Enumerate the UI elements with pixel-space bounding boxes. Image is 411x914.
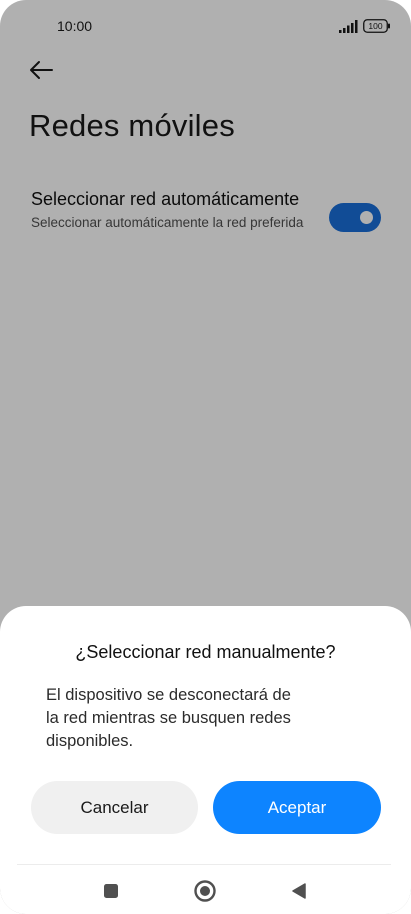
dialog-message-line: El dispositivo se desconectará de — [46, 686, 291, 704]
home-button[interactable] — [192, 878, 218, 904]
nav-divider — [17, 864, 391, 865]
cancel-button[interactable]: Cancelar — [31, 781, 198, 834]
back-triangle-icon — [292, 883, 306, 899]
accept-button[interactable]: Aceptar — [213, 781, 381, 834]
dialog-message-line: disponibles. — [46, 732, 134, 750]
navigation-bar — [0, 868, 411, 914]
manual-network-dialog: ¿Seleccionar red manualmente? El disposi… — [0, 606, 411, 914]
recents-square-icon — [104, 884, 118, 898]
dialog-title: ¿Seleccionar red manualmente? — [75, 642, 336, 662]
home-circle-icon — [194, 880, 216, 902]
dialog-message: El dispositivo se desconectará de la red… — [46, 684, 346, 753]
phone-screen: 10:00 100 Redes móviles Seleccionar red … — [0, 0, 411, 914]
dialog-message-line: la red mientras se busquen redes — [46, 709, 291, 727]
recents-button[interactable] — [98, 878, 124, 904]
back-nav-button[interactable] — [286, 878, 312, 904]
